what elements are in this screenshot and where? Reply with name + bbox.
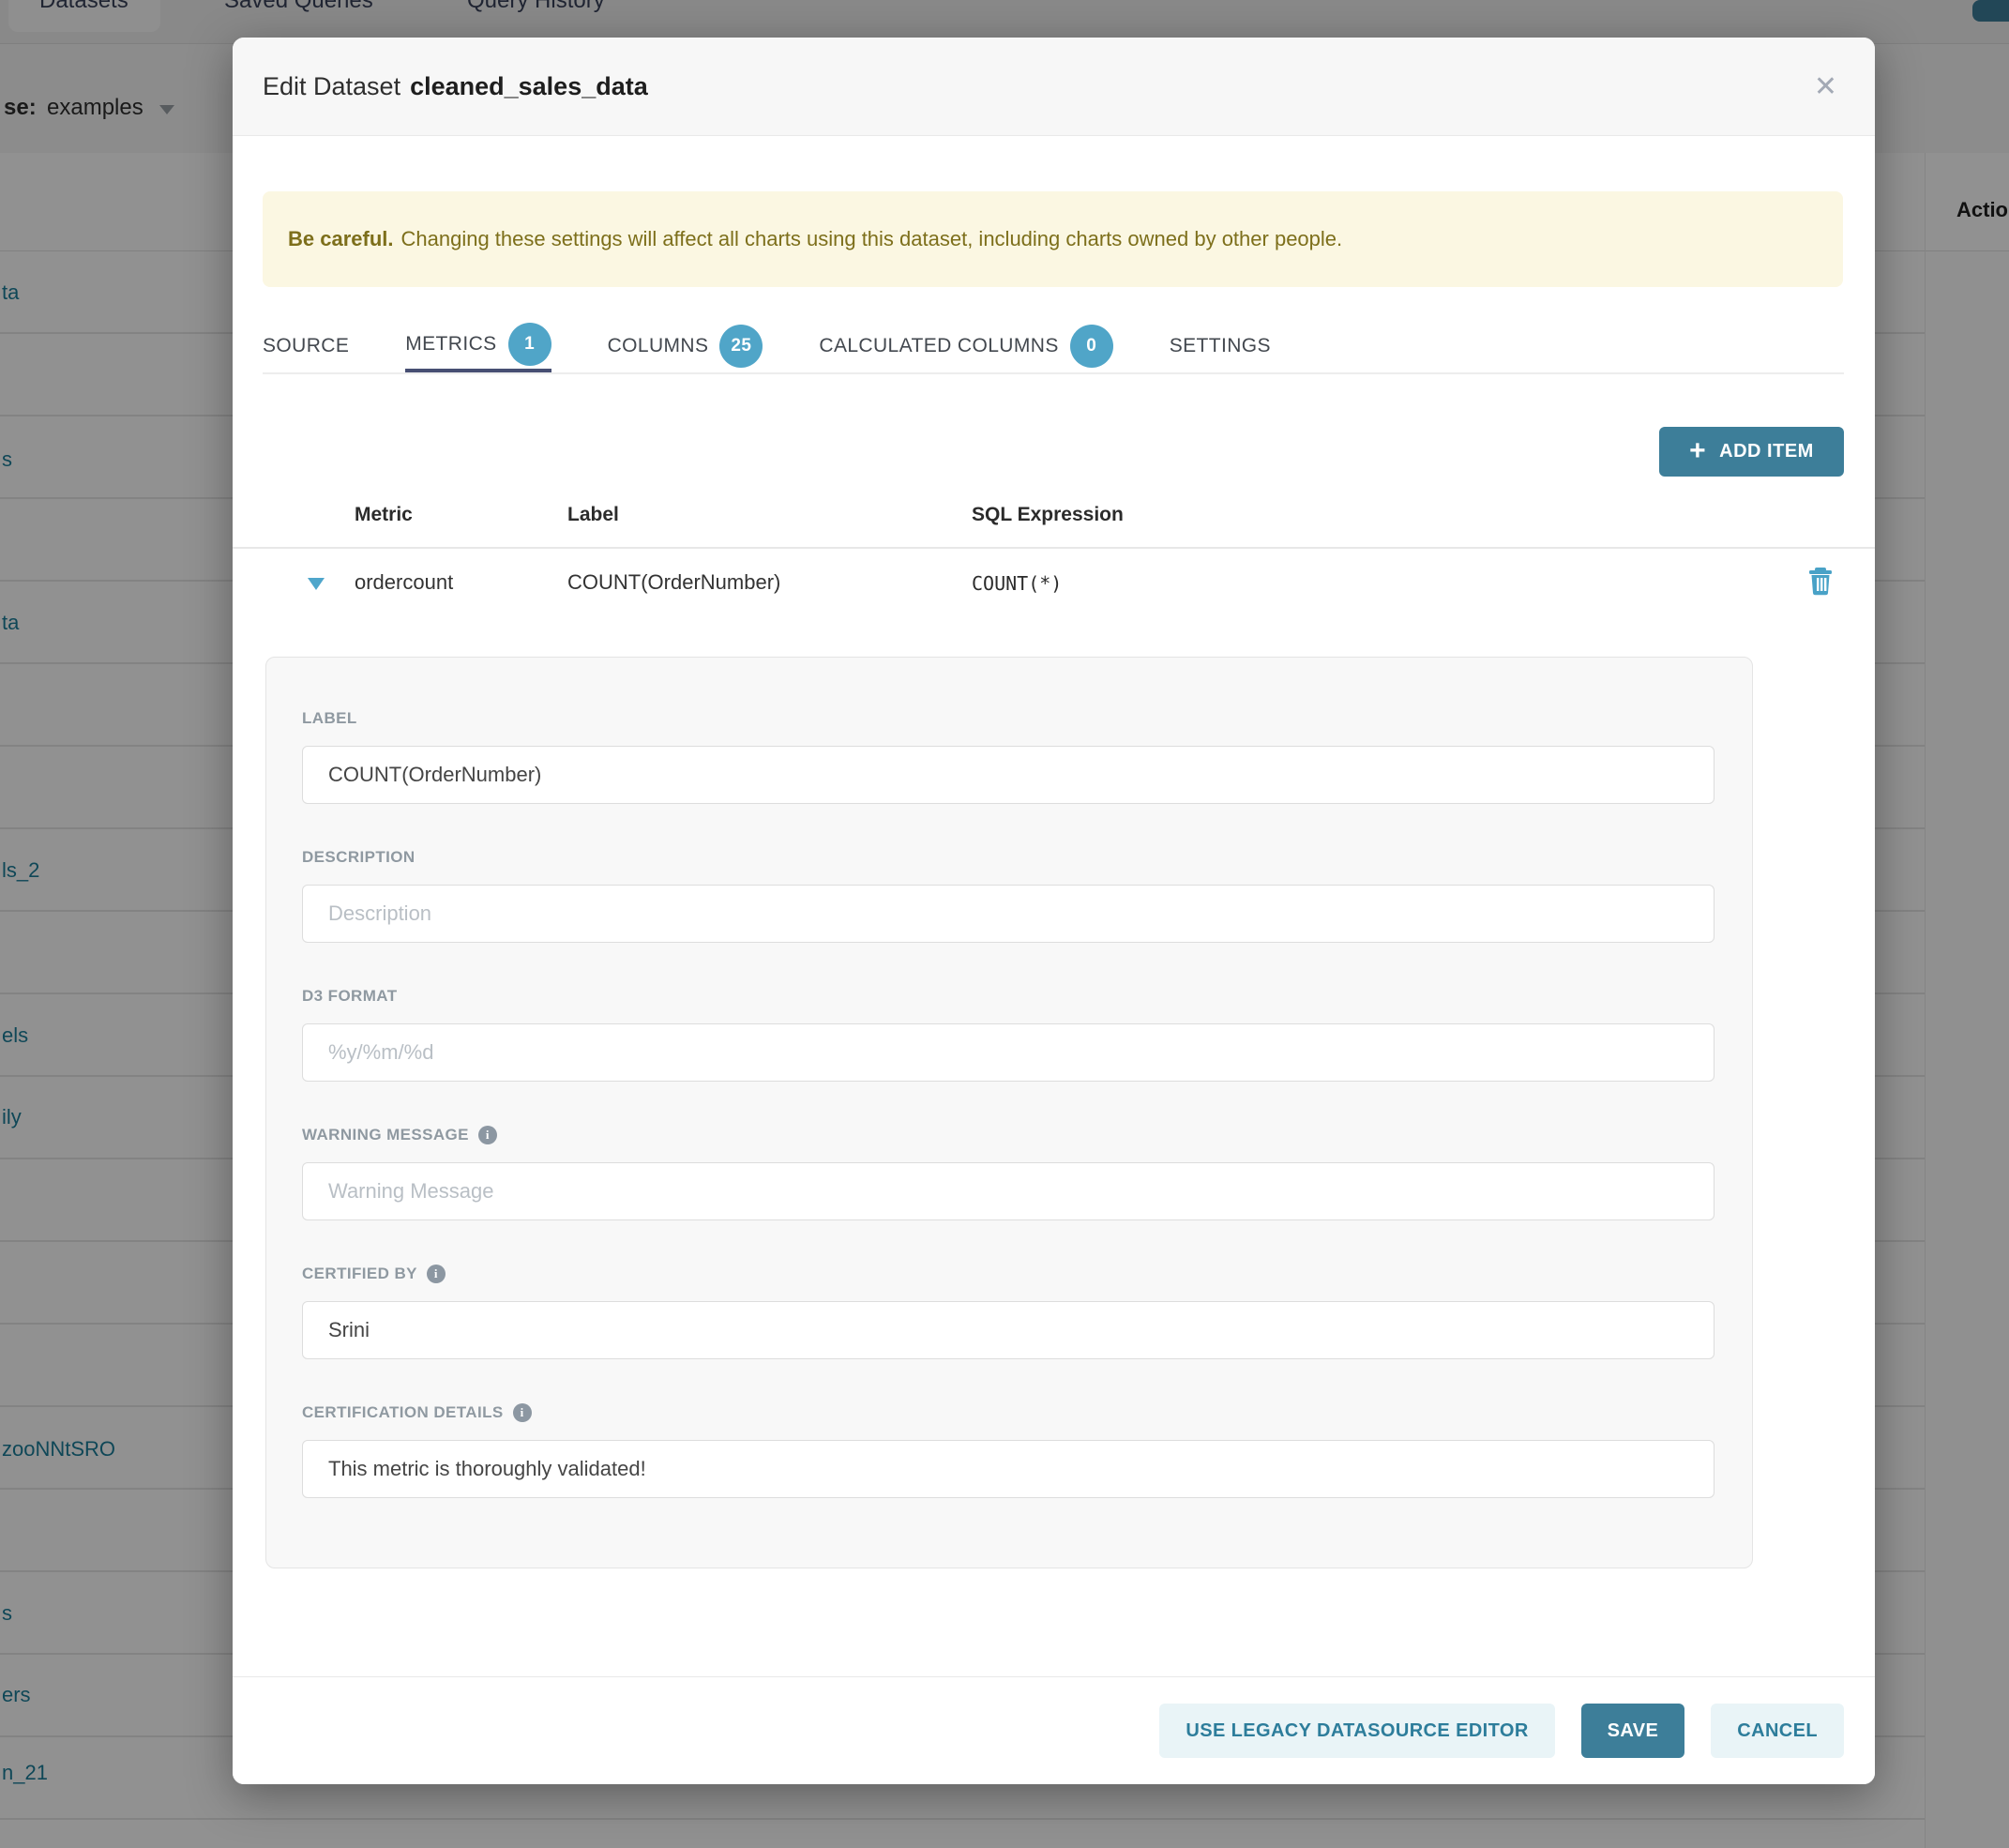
certification-details-field-label: CERTIFICATION DETAILS <box>302 1403 504 1422</box>
field-label: DESCRIPTION <box>302 848 415 867</box>
label-field-label: LABEL <box>302 709 357 728</box>
warning-message-input[interactable] <box>302 1162 1714 1220</box>
metrics-count-badge: 1 <box>508 323 551 366</box>
metrics-table-header-label: Label <box>567 504 619 526</box>
collapse-caret-icon[interactable] <box>308 578 325 590</box>
field-label: D3 FORMAT <box>302 987 398 1006</box>
tab-calculated-columns-label: CALCULATED COLUMNS <box>819 335 1058 357</box>
d3-format-field-label: D3 FORMAT <box>302 987 398 1006</box>
trash-icon[interactable] <box>1808 568 1833 596</box>
metrics-table-header-metric: Metric <box>355 504 413 526</box>
modal-footer: USE LEGACY DATASOURCE EDITOR SAVE CANCEL <box>233 1676 1875 1784</box>
modal-header: Edit Dataset cleaned_sales_data <box>233 38 1875 136</box>
tab-metrics[interactable]: METRICS 1 <box>405 319 551 372</box>
info-icon[interactable]: i <box>513 1403 532 1422</box>
description-field-label: DESCRIPTION <box>302 848 415 867</box>
use-legacy-datasource-editor-button[interactable]: USE LEGACY DATASOURCE EDITOR <box>1159 1704 1554 1758</box>
d3-format-input[interactable] <box>302 1023 1714 1082</box>
save-button[interactable]: SAVE <box>1581 1704 1685 1758</box>
metric-label: COUNT(OrderNumber) <box>567 570 780 595</box>
close-icon[interactable]: ✕ <box>1814 38 1837 136</box>
calculated-columns-count-badge: 0 <box>1070 325 1113 368</box>
tab-source-label: SOURCE <box>263 335 349 357</box>
columns-count-badge: 25 <box>719 325 763 368</box>
cancel-button[interactable]: CANCEL <box>1711 1704 1844 1758</box>
description-input[interactable] <box>302 885 1714 943</box>
warning-banner-text: Changing these settings will affect all … <box>401 227 1343 251</box>
warning-banner-bold: Be careful. <box>288 227 394 251</box>
certified-by-field-label: CERTIFIED BY <box>302 1265 417 1283</box>
info-icon[interactable]: i <box>427 1265 446 1283</box>
metric-name: ordercount <box>355 570 453 595</box>
tab-metrics-label: METRICS <box>405 333 496 356</box>
field-label: CERTIFICATION DETAILS i <box>302 1403 532 1422</box>
warning-message-field-label: WARNING MESSAGE <box>302 1126 469 1144</box>
metrics-table-divider <box>233 547 1875 549</box>
metric-sql-expression: COUNT(*) <box>972 572 1062 595</box>
metrics-table-header-sql: SQL Expression <box>972 504 1124 526</box>
label-input[interactable] <box>302 746 1714 804</box>
tab-columns-label: COLUMNS <box>608 335 709 357</box>
warning-banner: Be careful. Changing these settings will… <box>263 191 1843 287</box>
certification-details-input[interactable] <box>302 1440 1714 1498</box>
modal-title: Edit Dataset cleaned_sales_data <box>263 72 648 101</box>
modal-title-dataset-name: cleaned_sales_data <box>410 72 648 100</box>
modal-title-prefix: Edit Dataset <box>263 72 400 100</box>
field-label: WARNING MESSAGE i <box>302 1126 497 1144</box>
tab-calculated-columns[interactable]: CALCULATED COLUMNS 0 <box>819 319 1112 372</box>
edit-dataset-modal: Edit Dataset cleaned_sales_data ✕ Be care… <box>233 38 1875 1784</box>
metric-detail-panel: LABEL DESCRIPTION D3 FORMAT WARNING MESS… <box>265 657 1753 1568</box>
add-item-button[interactable]: + ADD ITEM <box>1659 427 1844 477</box>
tab-columns[interactable]: COLUMNS 25 <box>608 319 763 372</box>
dataset-editor-tabs: SOURCE METRICS 1 COLUMNS 25 CALCULATED C… <box>263 319 1844 374</box>
field-label: CERTIFIED BY i <box>302 1265 446 1283</box>
info-icon[interactable]: i <box>478 1126 497 1144</box>
field-label: LABEL <box>302 709 357 728</box>
tab-source[interactable]: SOURCE <box>263 319 349 372</box>
tab-settings[interactable]: SETTINGS <box>1170 319 1271 372</box>
certified-by-input[interactable] <box>302 1301 1714 1359</box>
add-item-label: ADD ITEM <box>1719 441 1814 462</box>
tab-settings-label: SETTINGS <box>1170 335 1271 357</box>
